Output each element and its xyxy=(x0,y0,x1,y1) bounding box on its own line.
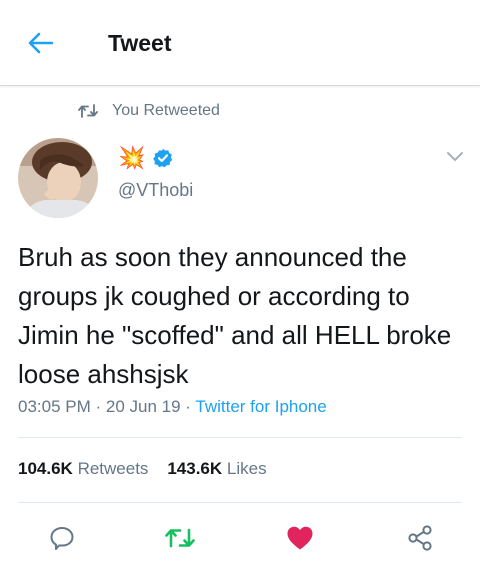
tweet-time: 03:05 PM xyxy=(18,397,91,416)
back-button[interactable] xyxy=(24,26,58,60)
retweets-label: Retweets xyxy=(77,459,149,478)
tweet-stats: 104.6K Retweets 143.6K Likes xyxy=(18,459,267,479)
like-button[interactable] xyxy=(284,522,316,554)
divider xyxy=(18,437,462,438)
retweet-icon xyxy=(78,104,98,118)
top-app-bar: Tweet xyxy=(0,0,480,86)
verified-badge-icon xyxy=(153,148,173,168)
comment-bubble-icon xyxy=(50,527,74,550)
retweet-icon xyxy=(165,528,195,548)
avatar[interactable] xyxy=(18,138,98,218)
likes-count: 143.6K xyxy=(167,459,223,478)
tweet-source-link[interactable]: Twitter for Iphone xyxy=(195,397,326,416)
heart-icon xyxy=(287,526,313,550)
retweet-context: You Retweeted xyxy=(78,100,220,122)
retweet-button[interactable] xyxy=(164,522,196,554)
author-display-name: 💥 xyxy=(118,145,146,170)
tweet-meta: 03:05 PM · 20 Jun 19 · Twitter for Iphon… xyxy=(18,397,327,417)
retweets-stat[interactable]: 104.6K Retweets xyxy=(18,459,148,478)
meta-separator: · xyxy=(180,397,196,416)
likes-stat[interactable]: 143.6K Likes xyxy=(167,459,266,478)
arrow-left-icon xyxy=(28,32,54,54)
share-icon xyxy=(408,525,432,551)
author-handle[interactable]: @VThobi xyxy=(118,180,193,201)
reply-button[interactable] xyxy=(46,522,78,554)
tweet-menu-button[interactable] xyxy=(446,150,464,168)
divider xyxy=(18,502,462,503)
author-name-row[interactable]: 💥 xyxy=(118,146,173,170)
share-button[interactable] xyxy=(404,522,436,554)
retweets-count: 104.6K xyxy=(18,459,73,478)
tweet-text: Bruh as soon they announced the groups j… xyxy=(18,242,452,389)
retweet-context-label: You Retweeted xyxy=(112,102,220,119)
likes-label: Likes xyxy=(226,459,267,478)
chevron-down-icon xyxy=(447,152,463,161)
meta-separator: · xyxy=(90,397,106,416)
tweet-date: 20 Jun 19 xyxy=(105,397,181,416)
avatar-image xyxy=(18,138,98,218)
page-title: Tweet xyxy=(108,30,172,56)
